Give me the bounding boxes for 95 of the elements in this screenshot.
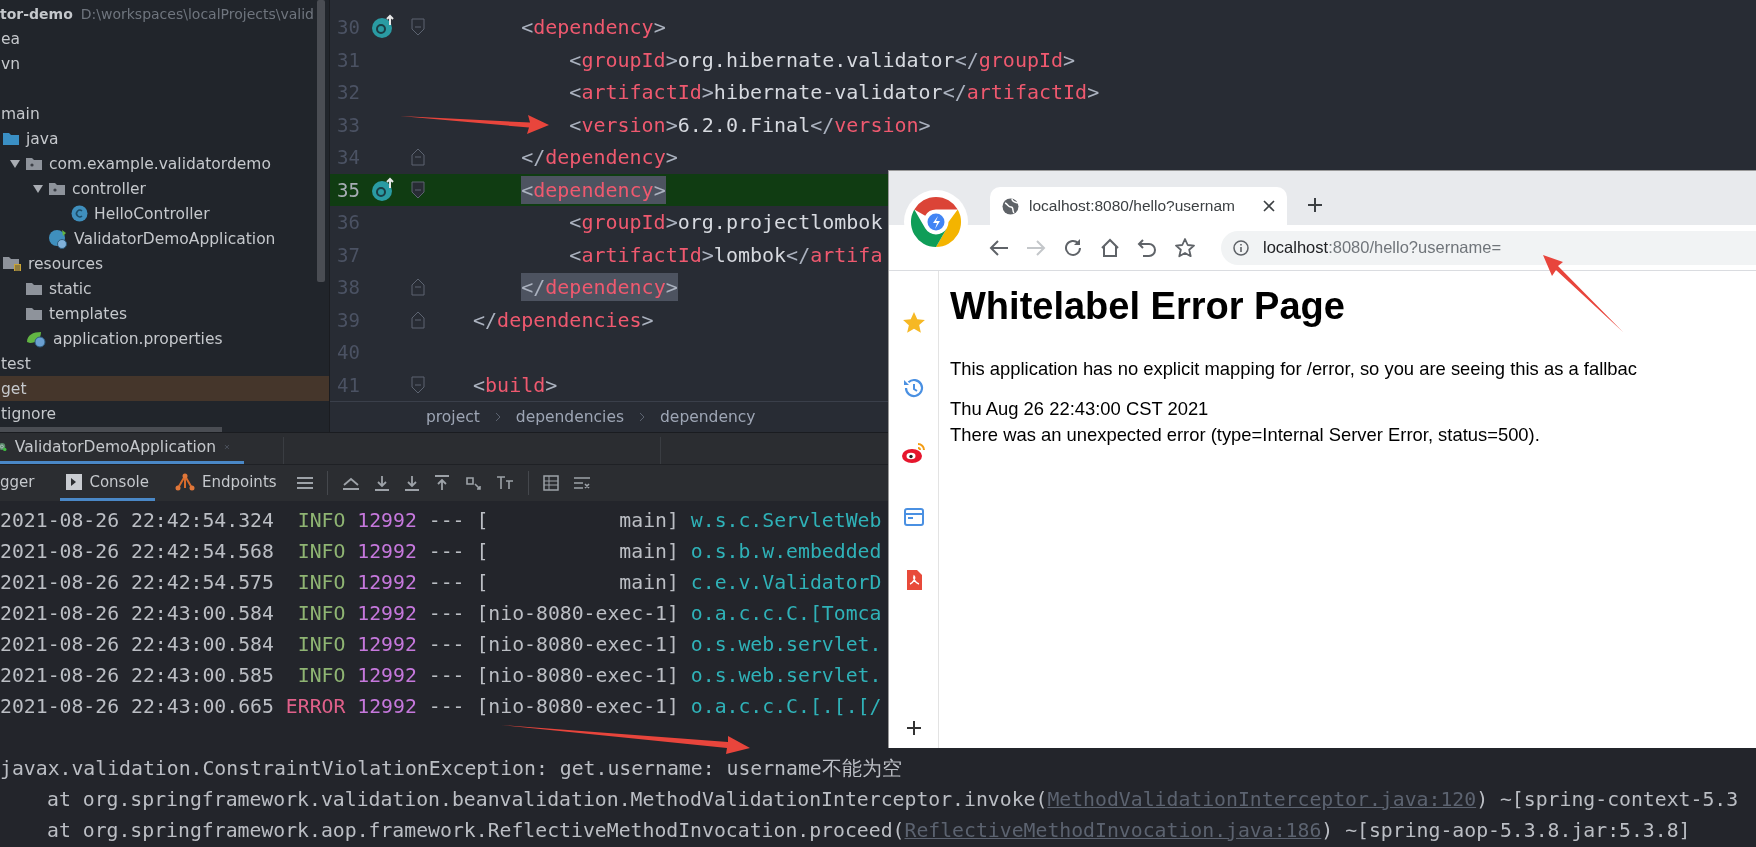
tree-item[interactable]: ValidatorDemoApplication [0,226,329,251]
code-line: </dependency> [521,144,678,172]
breadcrumb-item[interactable]: dependencies [515,408,624,426]
add-icon[interactable] [905,720,922,736]
tree-item[interactable]: java [0,126,329,151]
page-heading: Whitelabel Error Page [950,285,1345,328]
code-line: <build> [473,371,558,399]
spring-properties-icon [25,329,47,348]
tree-item[interactable]: test [0,351,329,376]
new-tab-icon[interactable] [1307,197,1323,213]
tree-item[interactable]: tignore [0,401,329,426]
chevron-icon [493,411,502,423]
tree-item[interactable]: ea [0,26,329,51]
code-line: <groupId>org.projectlombok [569,209,883,237]
fold-marker-icon[interactable] [411,375,425,394]
log-line: 2021-08-26 22:43:00.665 ERROR 12992 --- [nio-8080-exec-1] o.a.c.c.C.[.[.[/ [0,694,882,720]
globe-icon [1002,197,1019,215]
download-icon[interactable] [373,475,390,491]
tool-tab[interactable]: Console [60,465,155,501]
fold-marker-icon[interactable] [411,310,425,329]
tree-item[interactable]: static [0,276,329,301]
tree-item[interactable]: main [0,101,329,126]
back-icon[interactable] [989,238,1009,257]
text-cursor-icon[interactable] [495,475,514,491]
fold-marker-icon[interactable] [411,278,425,297]
line-number: 35 [336,178,360,201]
home-icon[interactable] [1100,237,1120,258]
log-line: 2021-08-26 22:43:00.584 INFO 12992 --- [nio-8080-exec-1] o.a.c.c.C.[Tomca [0,601,882,627]
stack-frame: at org.springframework.aop.framework.ReflectiveMethodInvocation.proceed(ReflectiveMethodInvocation.java:186) ~[spring-aop-5.3.8.jar:5.3.8] [0,815,1691,846]
chevron-icon [638,411,646,423]
window-icon[interactable] [902,506,925,528]
close-icon[interactable] [1263,200,1275,212]
package-icon [48,181,66,196]
tree-item[interactable]: com.example.validatordemo [0,151,329,176]
history-icon[interactable] [901,376,926,400]
scrollbar[interactable] [317,0,325,282]
class-icon [71,205,88,222]
expand-arrow-icon[interactable] [32,183,44,194]
code-line: <artifactId>hibernate-validator</artifactId> [569,79,1100,107]
breadcrumb-item[interactable]: project [426,408,480,426]
stack-frame: at org.springframework.validation.beanvalidation.MethodValidationInterceptor.invoke(MethodValidationInterceptor.java:120) ~[spring-context-5.3 [0,784,1739,815]
tree-item[interactable]: get [0,376,329,401]
folder-icon [25,281,43,296]
package-icon [25,156,43,171]
tree-item[interactable]: templates [0,301,329,326]
spring-class-icon [48,228,68,249]
reload-icon[interactable] [1063,237,1083,258]
weibo-icon[interactable] [900,441,927,465]
folder-icon [25,306,43,321]
info-icon [1233,239,1249,256]
menu-icon[interactable] [296,476,313,490]
restore-icon[interactable] [463,475,482,491]
log-line: 2021-08-26 22:43:00.585 INFO 12992 --- [nio-8080-exec-1] o.s.web.servlet. [0,663,882,689]
tree-item[interactable]: vn [0,51,329,76]
expand-arrow-icon[interactable] [9,158,21,169]
upload-icon[interactable] [433,475,450,491]
folder-icon [2,131,20,146]
log-line: 2021-08-26 22:42:54.568 INFO 12992 --- [ main] o.s.b.w.embedded [0,539,882,565]
error-details: There was an unexpected error (type=Internal Server Error, status=500). [950,423,1541,447]
tree-item[interactable]: HelloController [0,201,329,226]
project-name: tor-demo [0,5,73,22]
error-timestamp: Thu Aug 26 22:43:00 CST 2021 [950,397,1210,421]
fold-marker-icon[interactable] [411,148,425,167]
tree-item[interactable]: application.properties [0,326,329,351]
tool-tab[interactable]: Endpoints [169,465,283,501]
console-icon [66,473,83,490]
address-bar[interactable]: localhost:8080/hello?username= [1221,230,1756,265]
bookmark-star-icon[interactable] [1174,236,1196,259]
browser-tab[interactable]: localhost:8080/hello?usernam [990,187,1287,225]
log-line: 2021-08-26 22:43:00.584 INFO 12992 --- [nio-8080-exec-1] o.s.web.servlet. [0,632,882,658]
tree-item[interactable]: resources [0,251,329,276]
star-icon[interactable] [901,311,926,335]
code-line: <dependency> [521,14,666,42]
breadcrumb-item[interactable]: dependency [660,408,756,426]
code-line: <version>6.2.0.Final</version> [569,111,931,139]
fold-marker-icon[interactable] [411,180,425,199]
code-line: <artifactId>lombok</artifa [569,241,883,269]
tool-tab[interactable]: gger [0,465,41,501]
tree-item[interactable]: controller [0,176,329,201]
undo-icon[interactable] [1137,237,1157,258]
endpoints-icon [175,472,195,491]
log-line: 2021-08-26 22:42:54.324 INFO 12992 --- [ main] w.s.c.ServletWeb [0,508,882,534]
fold-marker-icon[interactable] [411,18,425,37]
log-line: 2021-08-26 22:42:54.575 INFO 12992 --- [ main] c.e.v.ValidatorD [0,570,882,596]
scrollbar[interactable] [0,427,222,432]
list-settings-icon[interactable] [572,475,591,491]
table-icon[interactable] [542,475,559,491]
error-message: This application has no explicit mapping for /error, so you are seeing this as a fallbac [950,358,1638,380]
project-path: D:\workspaces\localProjects\valid [80,5,314,22]
download-icon[interactable] [403,475,420,491]
scroll-to-end-icon[interactable] [341,475,360,491]
resource-folder-icon [2,255,22,272]
code-line: </dependencies> [473,306,654,334]
exception-message: javax.validation.ConstraintViolationException: get.username: username不能为空 [0,756,902,782]
code-line: <groupId>org.hibernate.validator</groupId> [569,46,1076,74]
